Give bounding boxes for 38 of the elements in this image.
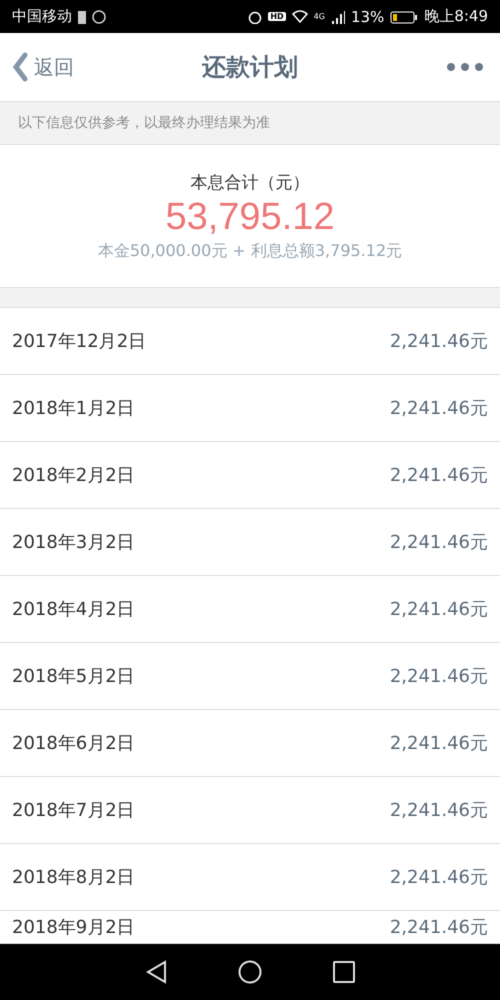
payment-date: 2018年6月2日 (12, 732, 135, 755)
payment-date: 2017年12月2日 (12, 330, 146, 353)
payment-date: 2018年2月2日 (12, 464, 135, 487)
payment-date: 2018年4月2日 (12, 598, 135, 621)
back-button[interactable]: 返回 (12, 52, 74, 82)
payment-amount: 2,241.46元 (390, 531, 488, 554)
dots-icon (446, 62, 484, 72)
network-label: 4G (314, 12, 325, 21)
payment-amount: 2,241.46元 (390, 799, 488, 822)
payment-amount: 2,241.46元 (390, 598, 488, 621)
hd-label: HD (268, 12, 286, 21)
breakdown-text: 本金50,000.00元 + 利息总额3,795.12元 (98, 240, 402, 262)
battery-icon (390, 10, 418, 24)
payment-amount: 2,241.46元 (390, 464, 488, 487)
total-amount: 53,795.12 (165, 196, 335, 238)
signal-icon (330, 10, 345, 24)
payment-amount: 2,241.46元 (390, 397, 488, 420)
home-nav-button[interactable] (238, 960, 262, 984)
payment-amount: 2,241.46元 (390, 665, 488, 688)
total-label: 本息合计（元） (190, 172, 310, 194)
battery-percent: 13% (350, 8, 384, 26)
chevron-left-icon (12, 52, 28, 82)
payment-date: 2018年5月2日 (12, 665, 135, 688)
payment-amount: 2,241.46元 (390, 866, 488, 889)
payment-date: 2018年8月2日 (12, 866, 135, 889)
recents-nav-button[interactable] (332, 961, 355, 983)
payment-amount: 2,241.46元 (390, 330, 488, 353)
payment-amount: 2,241.46元 (390, 916, 488, 939)
back-nav-button[interactable] (145, 960, 168, 984)
page-title: 还款计划 (202, 52, 298, 83)
wifi-icon (292, 10, 308, 23)
carrier-name: 中国移动 (12, 7, 72, 26)
payment-date: 2018年3月2日 (12, 531, 135, 554)
payment-date: 2018年1月2日 (12, 397, 135, 420)
clock: 晚上8:49 (424, 7, 488, 26)
payment-amount: 2,241.46元 (390, 732, 488, 755)
payment-date: 2018年7月2日 (12, 799, 135, 822)
payment-date: 2018年9月2日 (12, 916, 135, 939)
